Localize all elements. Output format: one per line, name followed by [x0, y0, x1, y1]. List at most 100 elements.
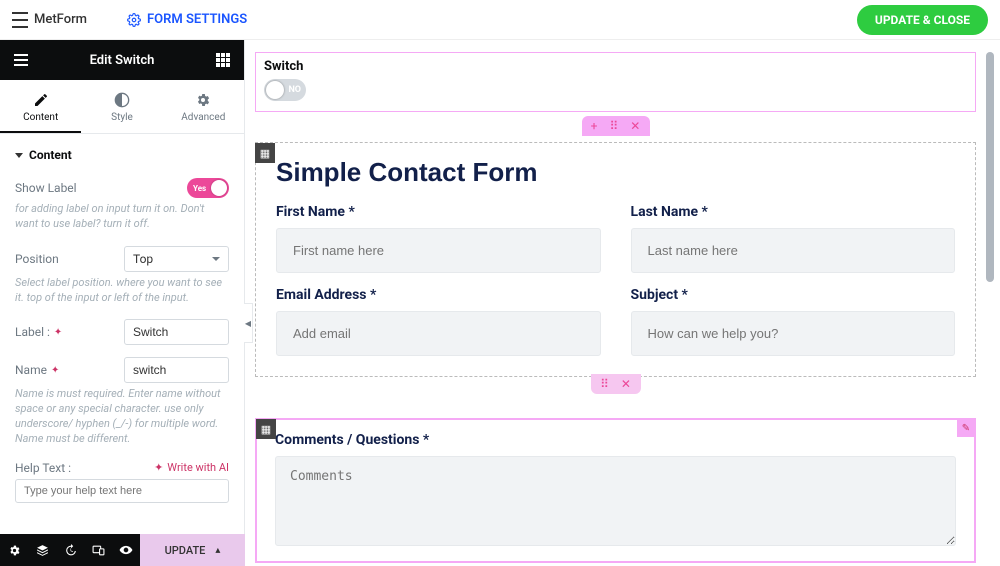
app-name: MetForm — [34, 12, 87, 27]
canvas[interactable]: Switch NO + ⠿ ✕ ▦ Simple Contact Form — [245, 40, 1000, 566]
menu-button[interactable] — [12, 51, 30, 69]
tab-style-label: Style — [111, 112, 133, 123]
drag-handle-icon[interactable]: ⠿ — [609, 119, 618, 133]
inner-section-controls: ⠿ ✕ — [591, 374, 641, 394]
close-icon[interactable]: ✕ — [630, 119, 640, 133]
section-controls: + ⠿ ✕ — [582, 116, 650, 136]
eye-icon — [119, 543, 133, 557]
toggle-knob — [211, 180, 227, 196]
label-field-label: Label : ✦ — [15, 325, 62, 339]
form-settings-button[interactable]: FORM SETTINGS — [127, 12, 247, 27]
panel-title: Edit Switch — [90, 53, 155, 68]
panel-tabs: Content Style Advanced — [0, 80, 244, 134]
navigator-button[interactable] — [28, 534, 56, 566]
update-close-button[interactable]: UPDATE & CLOSE — [857, 5, 988, 35]
show-label-help: for adding label on input turn it on. Do… — [15, 202, 229, 238]
subject-input[interactable] — [631, 311, 956, 356]
canvas-area: Switch NO + ⠿ ✕ ▦ Simple Contact Form — [245, 40, 1000, 566]
caret-down-icon — [15, 153, 23, 158]
label-input[interactable] — [124, 319, 229, 345]
position-value: Top — [133, 252, 153, 266]
tab-content-label: Content — [23, 112, 58, 123]
edit-widget-button[interactable]: ✎ — [957, 419, 975, 437]
first-name-label: First Name * — [276, 204, 601, 220]
hamburger-icon — [14, 54, 28, 66]
drag-handle-icon[interactable]: ⠿ — [600, 377, 609, 391]
name-input[interactable] — [124, 357, 229, 383]
app-logo[interactable]: MetForm — [12, 12, 87, 28]
show-label-label: Show Label — [15, 181, 77, 195]
section-title-label: Content — [29, 148, 72, 162]
column-handle-icon[interactable]: ▦ — [256, 419, 276, 439]
switch-toggle[interactable]: NO — [264, 79, 306, 101]
tab-style[interactable]: Style — [81, 80, 162, 133]
history-icon — [64, 544, 77, 557]
control-show-label: Show Label Yes — [15, 170, 229, 202]
history-button[interactable] — [56, 534, 84, 566]
hamburger-e-icon — [12, 12, 28, 28]
control-label-field: Label : ✦ — [15, 311, 229, 349]
email-input[interactable] — [276, 311, 601, 356]
field-email: Email Address * — [276, 287, 601, 356]
show-label-toggle[interactable]: Yes — [187, 178, 229, 198]
form-title: Simple Contact Form — [276, 157, 955, 188]
responsive-button[interactable] — [84, 534, 112, 566]
sparkle-icon[interactable]: ✦ — [51, 365, 59, 376]
scrollbar[interactable] — [986, 52, 996, 562]
field-first-name: First Name * — [276, 204, 601, 273]
preview-button[interactable] — [112, 534, 140, 566]
sparkle-icon: ✦ — [154, 461, 163, 474]
scrollbar-thumb[interactable] — [986, 52, 994, 282]
tab-advanced-label: Advanced — [181, 112, 225, 123]
toggle-knob — [266, 81, 284, 99]
field-last-name: Last Name * — [631, 204, 956, 273]
toggle-value: Yes — [193, 184, 206, 193]
switch-widget[interactable]: Switch NO — [255, 52, 976, 112]
sparkle-icon[interactable]: ✦ — [54, 327, 62, 338]
last-name-input[interactable] — [631, 228, 956, 273]
name-help: Name is must required. Enter name withou… — [15, 387, 229, 452]
first-name-input[interactable] — [276, 228, 601, 273]
tab-advanced[interactable]: Advanced — [163, 80, 244, 133]
add-section-button[interactable]: + — [591, 119, 598, 133]
column-handle-icon[interactable]: ▦ — [255, 143, 275, 163]
circle-half-icon — [114, 92, 130, 108]
update-button[interactable]: UPDATE ▴ — [140, 534, 245, 566]
comments-textarea[interactable] — [275, 456, 956, 546]
switch-label: Switch — [264, 59, 967, 74]
tab-content[interactable]: Content — [0, 80, 81, 133]
control-name-field: Name ✦ — [15, 349, 229, 387]
sidebar: Edit Switch Content Style Advanced Con — [0, 40, 245, 566]
widgets-button[interactable] — [214, 51, 232, 69]
switch-off-text: NO — [288, 85, 301, 95]
last-name-label: Last Name * — [631, 204, 956, 220]
field-subject: Subject * — [631, 287, 956, 356]
control-help-text: Help Text : ✦ Write with AI — [15, 453, 229, 479]
form-section[interactable]: ▦ Simple Contact Form First Name * Last … — [255, 142, 976, 377]
subject-label: Subject * — [631, 287, 956, 303]
gear-icon — [195, 92, 211, 108]
comments-label: Comments / Questions * — [275, 432, 956, 448]
top-bar-left: MetForm FORM SETTINGS — [12, 12, 247, 28]
email-label: Email Address * — [276, 287, 601, 303]
section-content-toggle[interactable]: Content — [15, 134, 229, 170]
inner-section-controls-wrap: ⠿ ✕ — [255, 376, 976, 400]
devices-icon — [92, 544, 105, 557]
chevron-up-icon: ▴ — [215, 545, 220, 556]
layers-icon — [36, 544, 49, 557]
position-select[interactable]: Top — [124, 246, 229, 272]
form-grid: First Name * Last Name * Email Address *… — [276, 204, 955, 356]
position-help: Select label position. where you want to… — [15, 276, 229, 312]
top-bar: MetForm FORM SETTINGS UPDATE & CLOSE — [0, 0, 1000, 40]
position-label: Position — [15, 252, 59, 266]
panel-header: Edit Switch — [0, 40, 244, 80]
name-field-label: Name ✦ — [15, 363, 59, 377]
gear-icon — [127, 13, 141, 27]
close-icon[interactable]: ✕ — [621, 377, 631, 391]
pencil-icon — [33, 92, 49, 108]
grid-icon — [216, 53, 230, 67]
comments-widget[interactable]: ▦ ✎ Comments / Questions * — [255, 418, 976, 563]
settings-button[interactable] — [0, 534, 28, 566]
help-text-input[interactable] — [15, 479, 229, 503]
write-with-ai-button[interactable]: ✦ Write with AI — [154, 461, 229, 474]
